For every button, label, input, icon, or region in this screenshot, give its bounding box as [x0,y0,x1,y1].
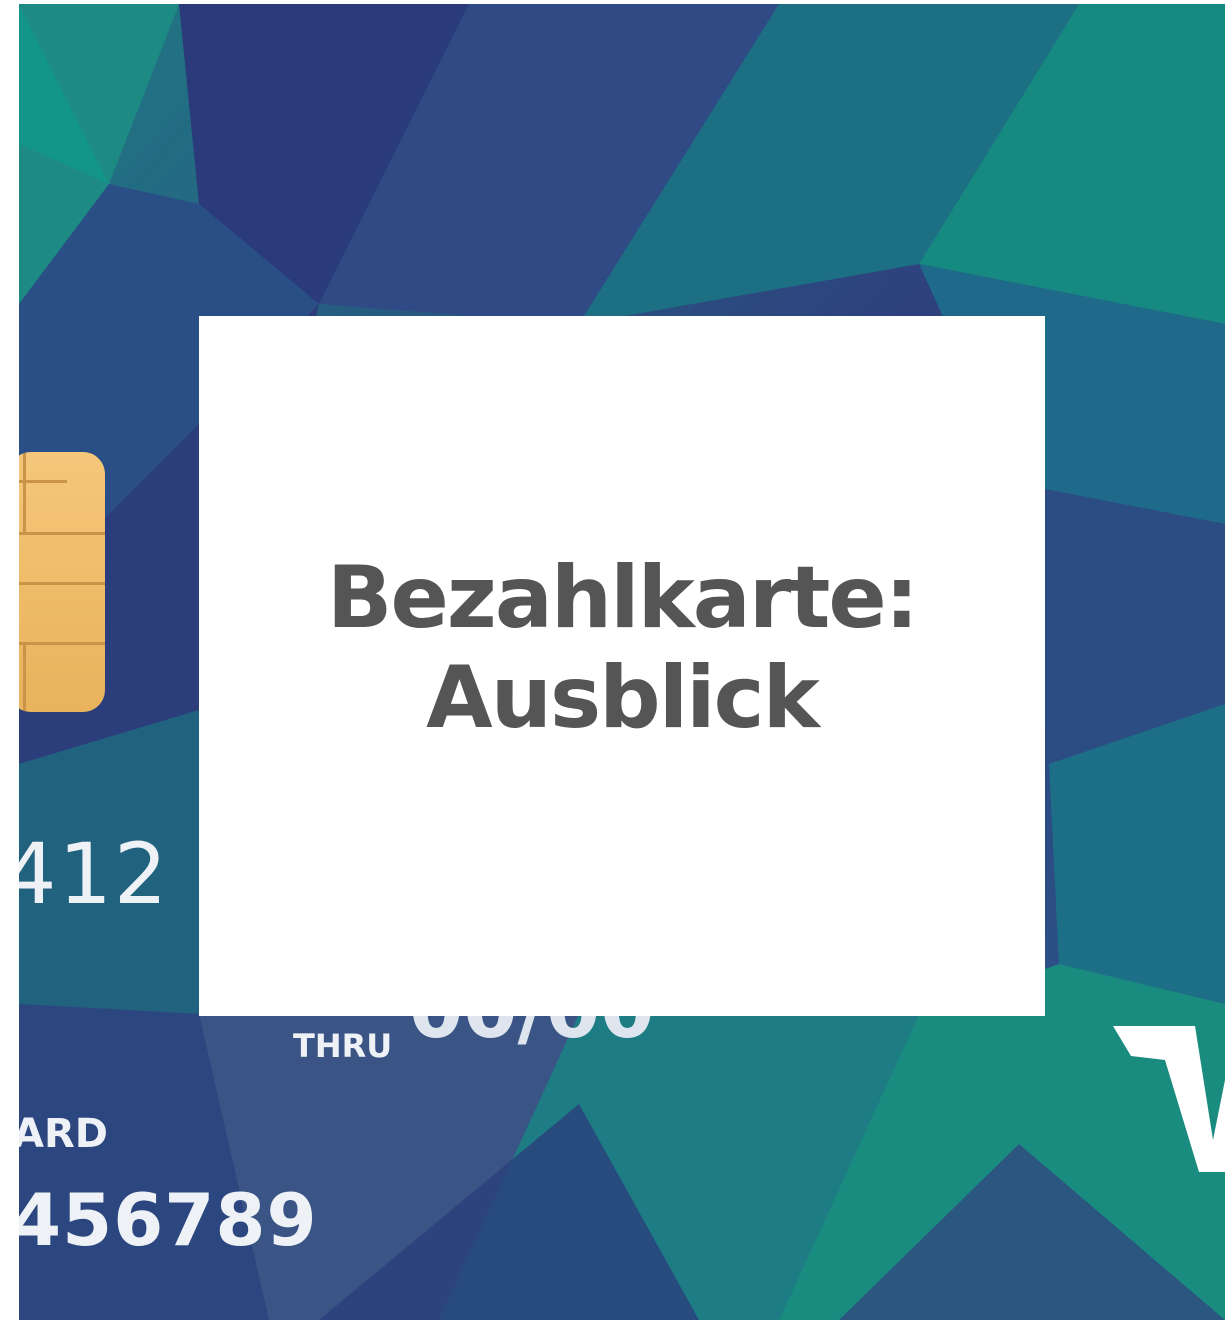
valid-thru-label: THRU [293,1027,393,1065]
card-id-fragment: 456789 [19,1178,318,1262]
overlay-title-line2: Ausblick [426,648,820,748]
visa-logo-fragment [1113,1026,1225,1172]
overlay-title: Bezahlkarte: Ausblick [326,548,919,748]
title-overlay-box: Bezahlkarte: Ausblick [199,316,1045,1016]
overlay-title-line1: Bezahlkarte: [326,548,919,648]
card-type-fragment: ARD [19,1111,108,1157]
image-stage: 412 7 00/00 THRU ARD 456789 Bezahlkarte:… [0,0,1229,1326]
card-chip [19,452,105,712]
